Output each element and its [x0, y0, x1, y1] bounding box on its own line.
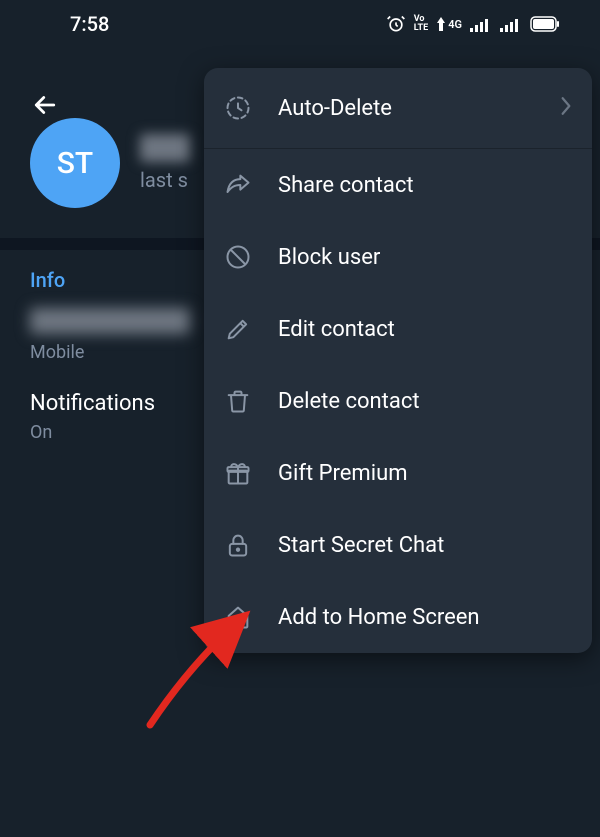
- menu-label: Edit contact: [278, 317, 572, 342]
- volte-icon: VoLTE: [414, 15, 429, 33]
- menu-label: Share contact: [278, 173, 572, 198]
- status-icons: VoLTE 4G: [386, 14, 560, 34]
- menu-item-share-contact[interactable]: Share contact: [204, 149, 592, 221]
- menu-label: Auto-Delete: [278, 96, 534, 121]
- lock-icon: [224, 531, 252, 559]
- timer-icon: [224, 94, 252, 122]
- menu-item-auto-delete[interactable]: Auto-Delete: [204, 68, 592, 149]
- avatar-initials: ST: [57, 146, 93, 181]
- status-bar: 7:58 VoLTE 4G: [0, 0, 600, 48]
- back-button[interactable]: [30, 90, 60, 124]
- edit-icon: [224, 315, 252, 343]
- menu-label: Block user: [278, 245, 572, 270]
- menu-item-gift-premium[interactable]: Gift Premium: [204, 437, 592, 509]
- menu-label: Start Secret Chat: [278, 533, 572, 558]
- menu-label: Gift Premium: [278, 461, 572, 486]
- menu-label: Delete contact: [278, 389, 572, 414]
- share-icon: [224, 171, 252, 199]
- profile-name-redacted: [140, 134, 190, 162]
- alarm-icon: [386, 14, 406, 34]
- signal-icon: [470, 16, 492, 32]
- menu-label: Add to Home Screen: [278, 605, 572, 630]
- battery-icon: [530, 16, 560, 32]
- menu-item-start-secret-chat[interactable]: Start Secret Chat: [204, 509, 592, 581]
- trash-icon: [224, 387, 252, 415]
- network-icon: 4G: [436, 17, 462, 31]
- menu-item-add-to-home[interactable]: Add to Home Screen: [204, 581, 592, 653]
- chevron-right-icon: [560, 96, 572, 120]
- menu-item-edit-contact[interactable]: Edit contact: [204, 293, 592, 365]
- gift-icon: [224, 459, 252, 487]
- signal-icon-2: [500, 16, 522, 32]
- menu-item-block-user[interactable]: Block user: [204, 221, 592, 293]
- status-time: 7:58: [70, 12, 109, 36]
- menu-item-delete-contact[interactable]: Delete contact: [204, 365, 592, 437]
- context-menu: Auto-Delete Share contact Block user Edi…: [204, 68, 592, 653]
- block-icon: [224, 243, 252, 271]
- phone-number-redacted[interactable]: [30, 308, 190, 334]
- home-plus-icon: [224, 603, 252, 631]
- avatar[interactable]: ST: [30, 118, 120, 208]
- last-seen-label: last s: [140, 168, 190, 192]
